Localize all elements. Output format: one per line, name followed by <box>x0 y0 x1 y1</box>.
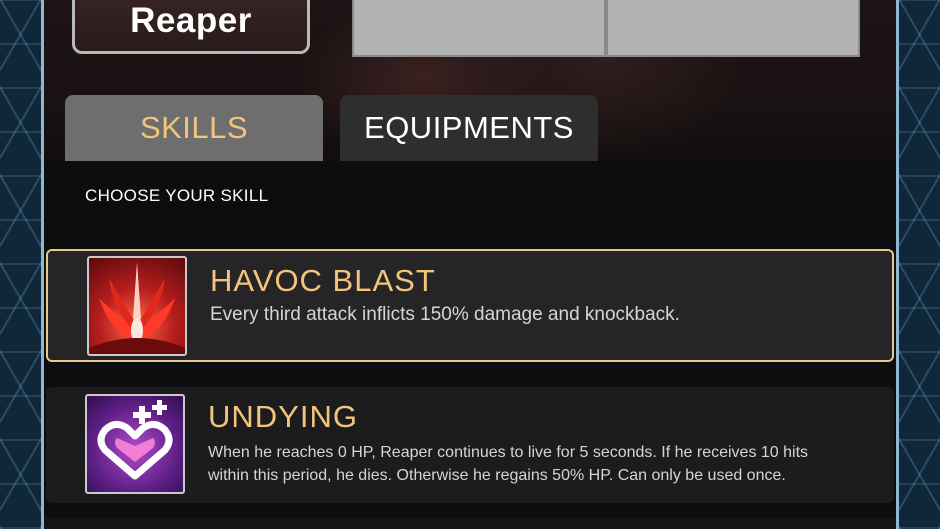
skill-description-line: within this period, he dies. Otherwise h… <box>208 467 786 484</box>
right-frame <box>896 0 940 529</box>
skill-description-line: When he reaches 0 HP, Reaper continues t… <box>208 444 809 461</box>
undying-icon <box>85 394 185 494</box>
skill-row-havoc-blast[interactable]: HAVOC BLAST Every third attack inflicts … <box>46 249 894 362</box>
tab-equipments[interactable]: EQUIPMENTS <box>340 95 598 161</box>
havoc-blast-icon <box>87 256 187 356</box>
skill-name: UNDYING <box>208 399 358 434</box>
skill-description: Every third attack inflicts 150% damage … <box>210 304 680 325</box>
skill-description: When he reaches 0 HP, Reaper continues t… <box>208 441 868 487</box>
skill-row-undying[interactable]: UNDYING When he reaches 0 HP, Reaper con… <box>46 387 894 503</box>
stat-slot-2 <box>606 0 860 57</box>
next-row-edge <box>44 518 896 529</box>
left-frame <box>0 0 44 529</box>
hero-card[interactable]: Reaper <box>72 0 310 54</box>
tab-equipments-label: EQUIPMENTS <box>364 110 574 145</box>
hero-name: Reaper <box>130 1 252 40</box>
tab-skills-label: SKILLS <box>139 110 249 145</box>
tab-skills[interactable]: SKILLS <box>65 95 323 161</box>
character-panel: Reaper SKILLS EQUIPMENTS CHOOSE YOUR SKI… <box>44 0 896 529</box>
section-title: CHOOSE YOUR SKILL <box>85 186 269 205</box>
stat-slot-1 <box>352 0 606 57</box>
skill-name: HAVOC BLAST <box>210 263 436 298</box>
